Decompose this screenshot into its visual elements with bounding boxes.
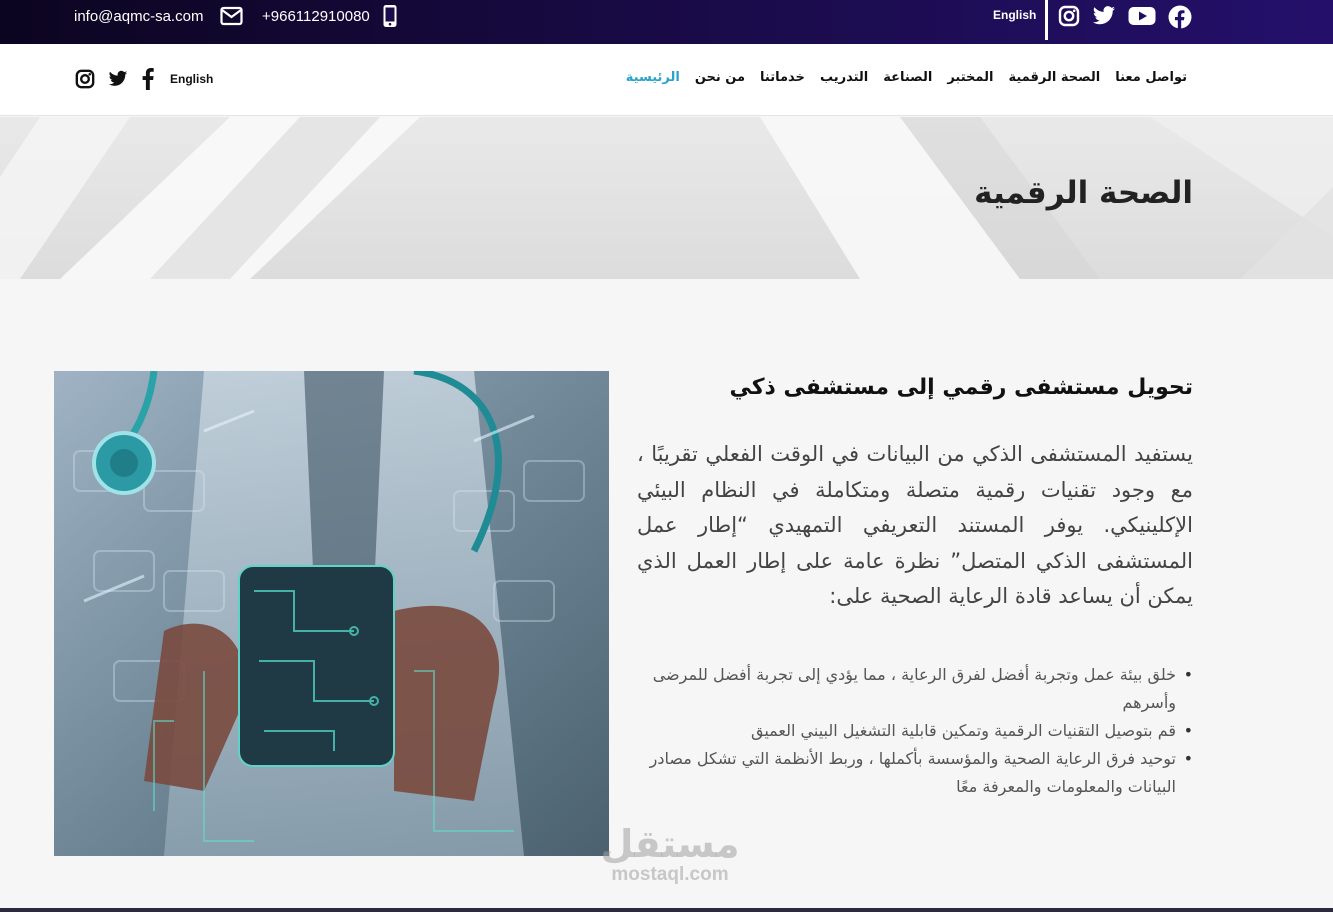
main-navbar: English الرئيسية من نحن خدماتنا التدريب …: [0, 44, 1333, 116]
page-hero: الصحة الرقمية: [0, 117, 1333, 279]
nav-item-about[interactable]: من نحن: [695, 70, 745, 85]
nav-item-contact[interactable]: تواصل معنا: [1115, 70, 1187, 85]
youtube-icon[interactable]: [1128, 5, 1156, 27]
watermark-latin: mostaql.com: [611, 864, 729, 885]
contact-email[interactable]: info@aqmc-sa.com: [74, 8, 203, 25]
watermark-arabic: مستقل: [600, 822, 740, 866]
nav-item-industry[interactable]: الصناعة: [883, 70, 932, 85]
page-title: الصحة الرقمية: [974, 175, 1193, 211]
twitter-icon[interactable]: [108, 70, 128, 88]
list-item: قم بتوصيل التقنيات الرقمية وتمكين قابلية…: [637, 717, 1193, 745]
content-section: تحويل مستشفى رقمي إلى مستشفى ذكي يستفيد …: [0, 279, 1333, 912]
nav-item-digital-health[interactable]: الصحة الرقمية: [1008, 70, 1100, 85]
nav-item-services[interactable]: خدماتنا: [760, 70, 805, 85]
list-item: خلق بيئة عمل وتجربة أفضل لفرق الرعاية ، …: [637, 661, 1193, 717]
nav-item-training[interactable]: التدريب: [820, 70, 868, 85]
bottom-border: [0, 908, 1333, 912]
top-bar: info@aqmc-sa.com +966112910080 English: [0, 0, 1333, 44]
nav-menu: الرئيسية من نحن خدماتنا التدريب الصناعة …: [626, 70, 1187, 85]
mobile-phone-icon[interactable]: [382, 4, 398, 28]
contact-phone[interactable]: +966112910080: [262, 8, 370, 25]
mostaql-watermark: مستقل mostaql.com: [585, 824, 755, 886]
facebook-icon[interactable]: [1168, 5, 1192, 29]
nav-item-laboratory[interactable]: المختبر: [947, 70, 993, 85]
doctor-smartphone-image: [54, 371, 609, 856]
section-heading: تحويل مستشفى رقمي إلى مستشفى ذكي: [729, 375, 1193, 400]
mail-icon[interactable]: [220, 6, 243, 26]
instagram-icon[interactable]: [75, 69, 95, 89]
nav-language-link[interactable]: English: [170, 72, 213, 86]
twitter-icon[interactable]: [1092, 5, 1116, 27]
topbar-language-link[interactable]: English: [993, 8, 1036, 22]
intro-paragraph: يستفيد المستشفى الذكي من البيانات في الو…: [637, 442, 1193, 608]
topbar-divider: [1045, 0, 1048, 40]
nav-item-home[interactable]: الرئيسية: [626, 70, 680, 85]
benefits-list: خلق بيئة عمل وتجربة أفضل لفرق الرعاية ، …: [637, 661, 1193, 801]
instagram-icon[interactable]: [1058, 5, 1080, 27]
facebook-icon[interactable]: [142, 68, 154, 90]
list-item: توحيد فرق الرعاية الصحية والمؤسسة بأكمله…: [637, 745, 1193, 801]
